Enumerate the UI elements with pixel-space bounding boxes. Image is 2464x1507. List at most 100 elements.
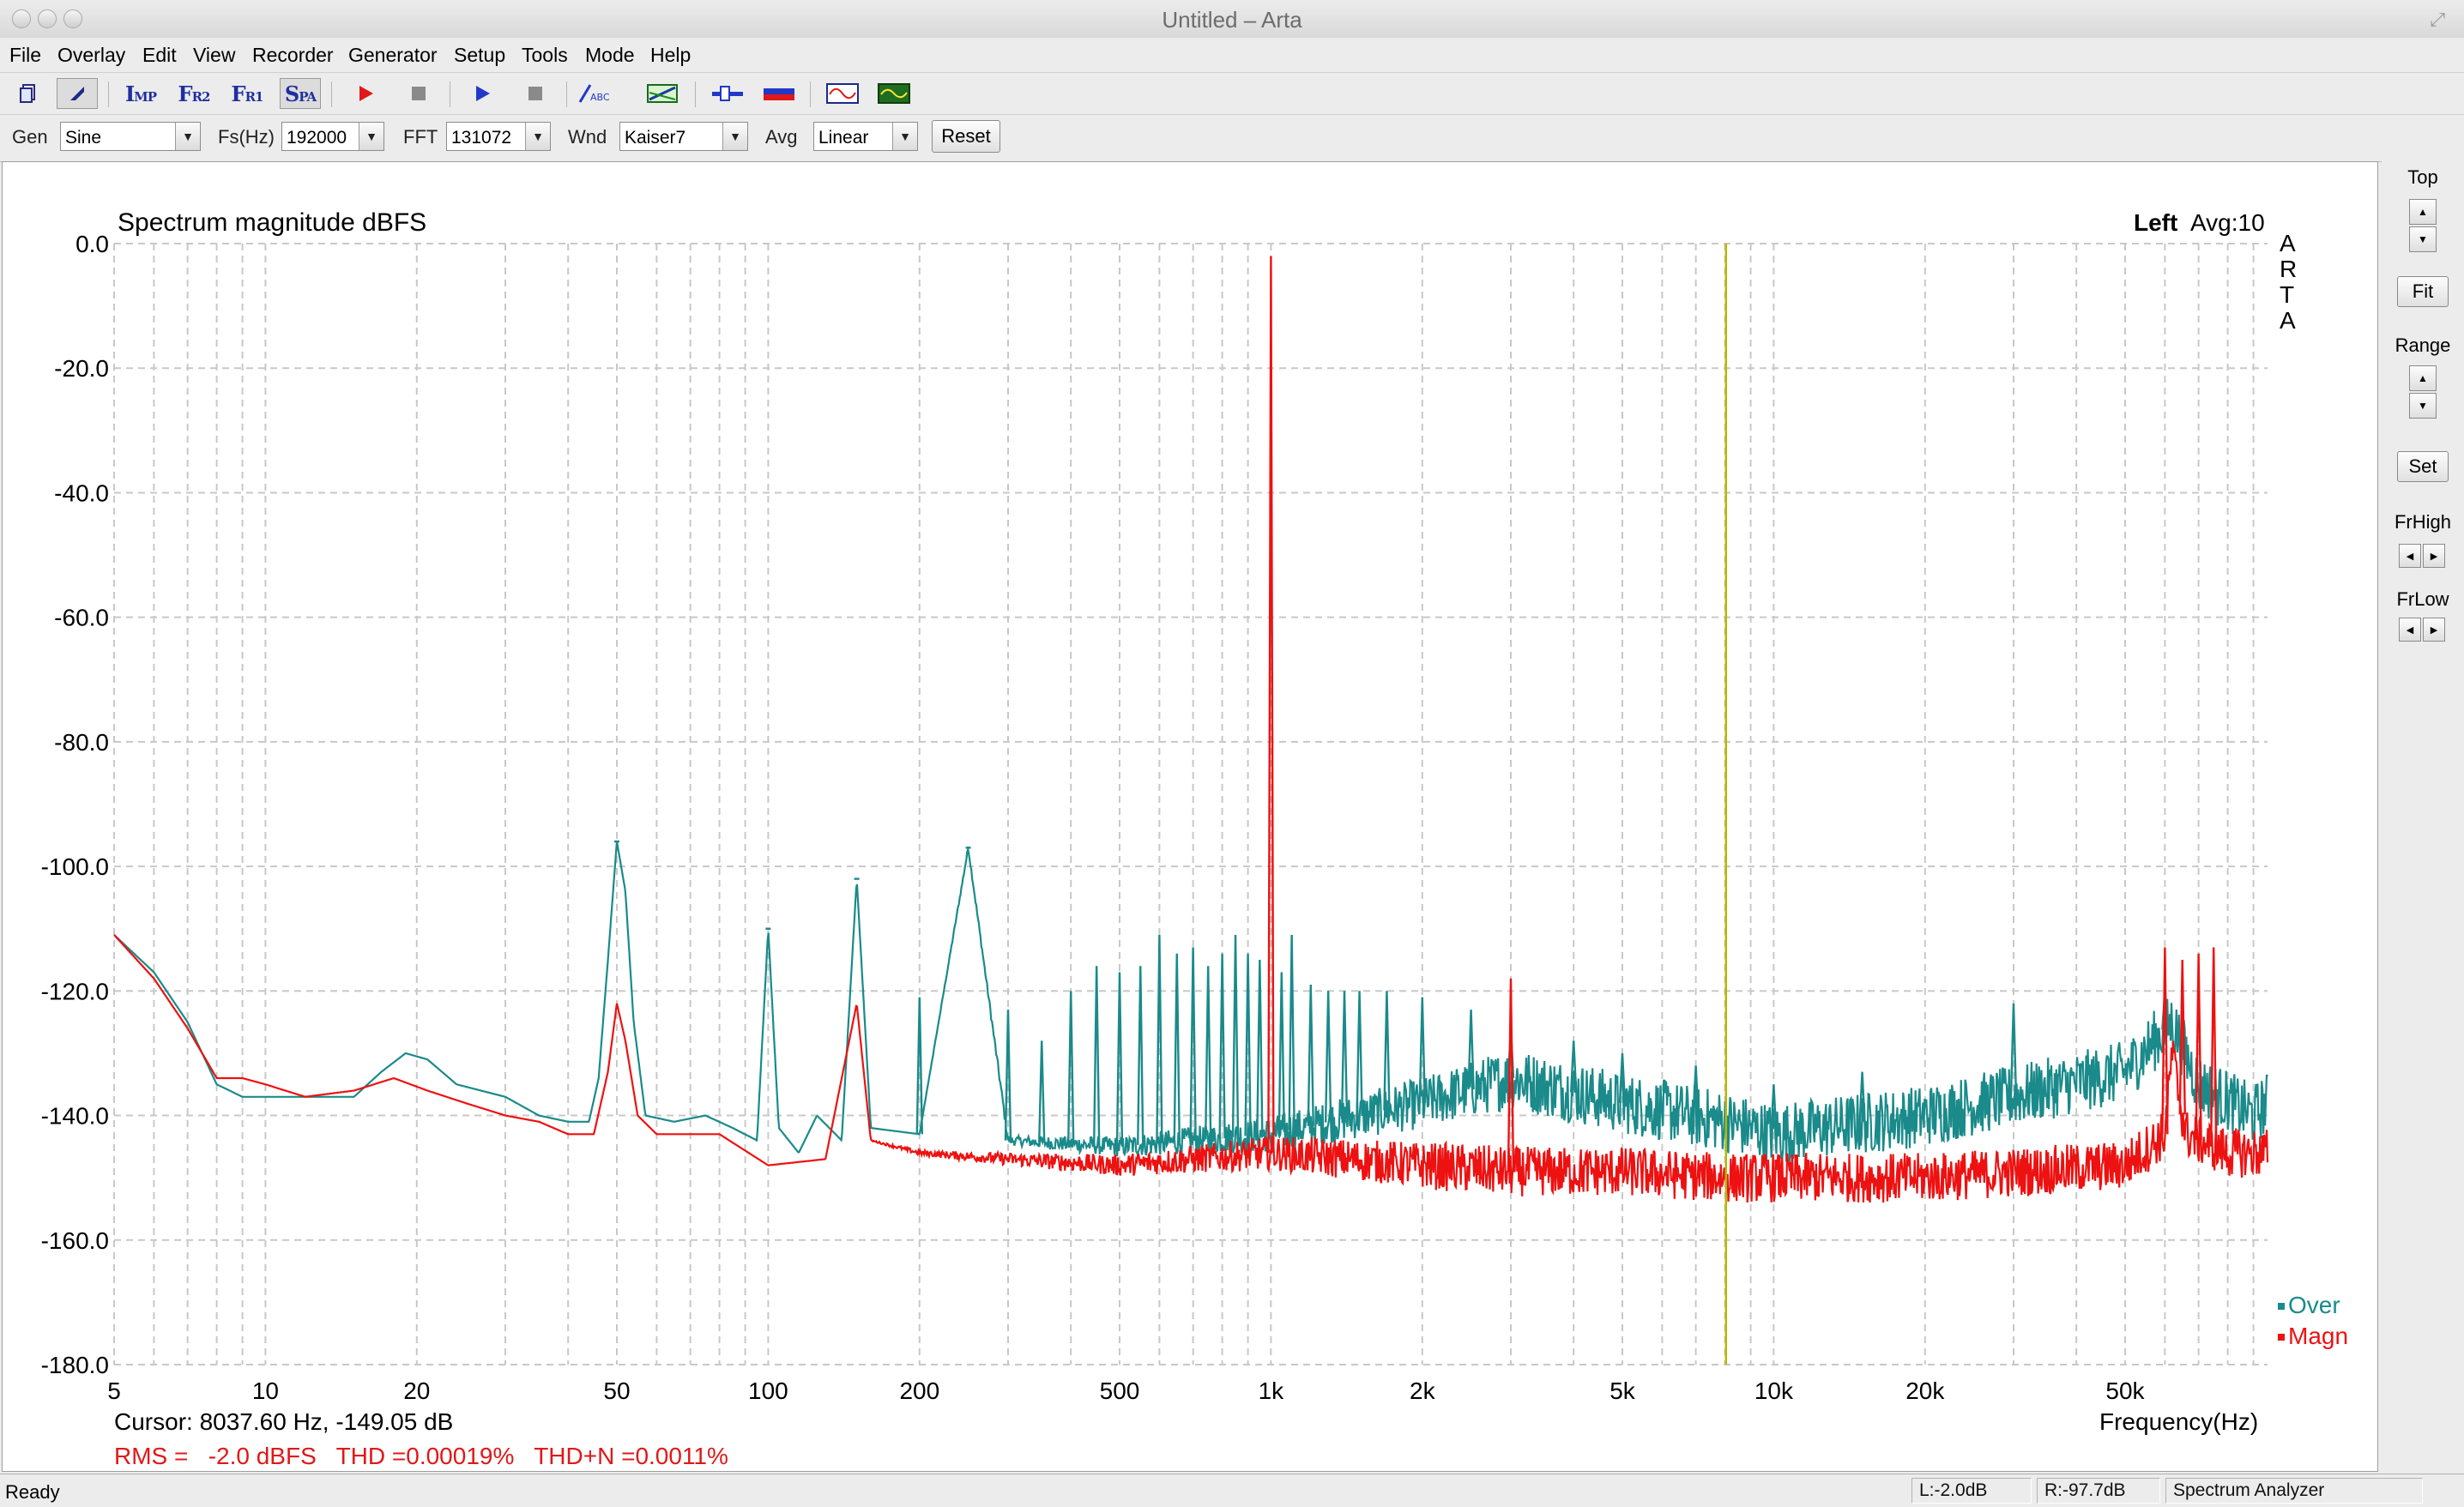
series-over-peak-24 (1356, 991, 1363, 1117)
menu-tools[interactable]: Tools (522, 44, 568, 67)
fit-button[interactable]: Fit (2397, 276, 2449, 307)
series-over-peak-25 (1383, 991, 1391, 1111)
cursor-tool-button[interactable] (57, 78, 98, 109)
spa-mode-button[interactable]: SPA (280, 78, 321, 109)
fr1-mode-button[interactable]: FR1 (226, 78, 268, 109)
series-over-peak-12 (1173, 953, 1181, 1142)
top-up-button[interactable]: ▲ (2409, 199, 2437, 225)
frlow-right-button[interactable]: ▶ (2423, 618, 2445, 642)
x-tick-label-8: 2k (1410, 1377, 1436, 1404)
chevron-down-icon: ▼ (892, 123, 917, 150)
generator-stop-button[interactable] (515, 78, 556, 109)
y-tick-label-5: -100.0 (41, 853, 109, 880)
x-axis-label: Frequency(Hz) (2099, 1408, 2258, 1435)
series-over-peak-14 (1204, 966, 1212, 1140)
fs-select[interactable]: 192000 ▼ (281, 122, 384, 151)
spectrum-plot[interactable]: 5 10 20 50 100 200 500 1k 2k 5k 10k 20k 50k 0.0 -20.0… (2, 161, 2378, 1472)
arta-letter-3: T (2280, 281, 2294, 308)
menu-view[interactable]: View (193, 44, 235, 67)
stop-record-button[interactable] (398, 78, 439, 109)
generator-play-button[interactable] (462, 78, 503, 109)
right-level-status: R:-97.7dB (2037, 1478, 2160, 1504)
rms-thd-readout: RMS = -2.0 dBFS THD =0.00019% THD+N =0.0… (114, 1443, 728, 1469)
arrow-left-icon: ◀ (2406, 624, 2414, 636)
abc-icon: ABC (578, 84, 610, 103)
range-up-button[interactable]: ▲ (2409, 365, 2437, 391)
slider-icon (712, 86, 743, 101)
frhigh-left-button[interactable]: ◀ (2399, 544, 2421, 568)
set-button[interactable]: Set (2397, 451, 2449, 482)
svg-text:ABC: ABC (590, 92, 610, 103)
wnd-select[interactable]: Kaiser7 ▼ (619, 122, 748, 151)
menu-setup[interactable]: Setup (454, 44, 505, 67)
frhigh-right-button[interactable]: ▶ (2423, 544, 2445, 568)
menu-mode[interactable]: Mode (585, 44, 635, 67)
chevron-down-icon: ▼ (359, 123, 383, 150)
menu-recorder[interactable]: Recorder (252, 44, 334, 67)
arrow-up-icon: ▲ (2418, 372, 2428, 384)
avg-count: Avg:10 (2190, 209, 2265, 236)
chevron-down-icon: ▼ (525, 123, 550, 150)
gen-select[interactable]: Sine ▼ (60, 122, 201, 151)
legend-magn-label: Magn (2288, 1323, 2348, 1349)
arrow-right-icon: ▶ (2430, 551, 2438, 562)
frlow-label: FrLow (2396, 588, 2449, 610)
series-over-peak-22 (1324, 991, 1332, 1123)
series-over-peak-21 (1307, 985, 1314, 1126)
menu-file[interactable]: File (9, 44, 41, 67)
legend-over-swatch (2278, 1303, 2285, 1310)
document-icon (20, 84, 35, 103)
status-bar: Ready L:-2.0dB R:-97.7dB Spectrum Analyz… (0, 1474, 2464, 1507)
title-bar: Untitled – Arta ⤢ (0, 0, 2464, 39)
waveform-icon (826, 83, 859, 104)
right-panel: Top ▲ ▼ Fit Range ▲ ▼ Set FrHigh ◀ ▶ FrL… (2382, 161, 2464, 1472)
x-tick-label-10: 10k (1754, 1377, 1794, 1404)
series-over-peak-6 (1038, 1040, 1046, 1142)
range-label: Range (2395, 335, 2451, 356)
arta-letter-2: R (2280, 256, 2297, 282)
frlow-left-button[interactable]: ◀ (2399, 618, 2421, 642)
reset-button[interactable]: Reset (932, 120, 1000, 153)
play-blue-icon (476, 86, 490, 101)
left-level-status: L:-2.0dB (1911, 1478, 2032, 1504)
window-title: Untitled – Arta (1162, 7, 1302, 33)
impulse-mode-button[interactable]: IMP (120, 78, 161, 109)
cursor-arrow-icon (70, 87, 84, 100)
mode-status: Spectrum Analyzer (2165, 1478, 2423, 1504)
top-down-button[interactable]: ▼ (2409, 226, 2437, 252)
x-tick-label-6: 500 (1100, 1377, 1140, 1404)
menu-edit[interactable]: Edit (142, 44, 177, 67)
x-tick-label-5: 200 (899, 1377, 939, 1404)
arrow-down-icon: ▼ (2418, 400, 2428, 412)
y-tick-label-2: -40.0 (54, 479, 109, 506)
signal-monitor-button[interactable] (822, 78, 863, 109)
overlay-button[interactable] (642, 78, 683, 109)
new-file-button[interactable] (9, 78, 50, 109)
arrow-right-icon: ▶ (2430, 624, 2438, 636)
fr2-mode-button[interactable]: FR2 (173, 78, 214, 109)
toolbar: IMP FR2 FR1 SPA ABC (0, 73, 2464, 115)
series-magn-peak-5 (2209, 947, 2218, 1147)
record-button[interactable] (345, 78, 386, 109)
avg-select[interactable]: Linear ▼ (813, 122, 918, 151)
series-over-peak-18 (1256, 960, 1264, 1136)
series-over-peak-20 (1288, 934, 1295, 1130)
x-tick-label-0: 5 (107, 1377, 121, 1404)
x-tick-label-9: 5k (1609, 1377, 1636, 1404)
menu-help[interactable]: Help (650, 44, 691, 67)
range-down-button[interactable]: ▼ (2409, 393, 2437, 419)
menu-generator[interactable]: Generator (348, 44, 438, 67)
menu-bar: File Overlay Edit View Recorder Generato… (0, 38, 2464, 73)
spectrum-chart[interactable]: 5 10 20 50 100 200 500 1k 2k 5k 10k 20k 50k 0.0 -20.0… (3, 162, 2377, 1471)
meter-button[interactable] (758, 78, 800, 109)
fft-select[interactable]: 131072 ▼ (446, 122, 551, 151)
fullscreen-icon[interactable]: ⤢ (2430, 9, 2445, 31)
scope-button[interactable] (873, 78, 915, 109)
arrow-down-icon: ▼ (2418, 233, 2428, 245)
abc-button[interactable]: ABC (577, 78, 618, 109)
input-levels-button[interactable] (707, 78, 748, 109)
legend-magn-swatch (2278, 1334, 2285, 1341)
oscilloscope-icon (878, 83, 910, 104)
x-tick-label-12: 50k (2105, 1377, 2145, 1404)
menu-overlay[interactable]: Overlay (57, 44, 125, 67)
